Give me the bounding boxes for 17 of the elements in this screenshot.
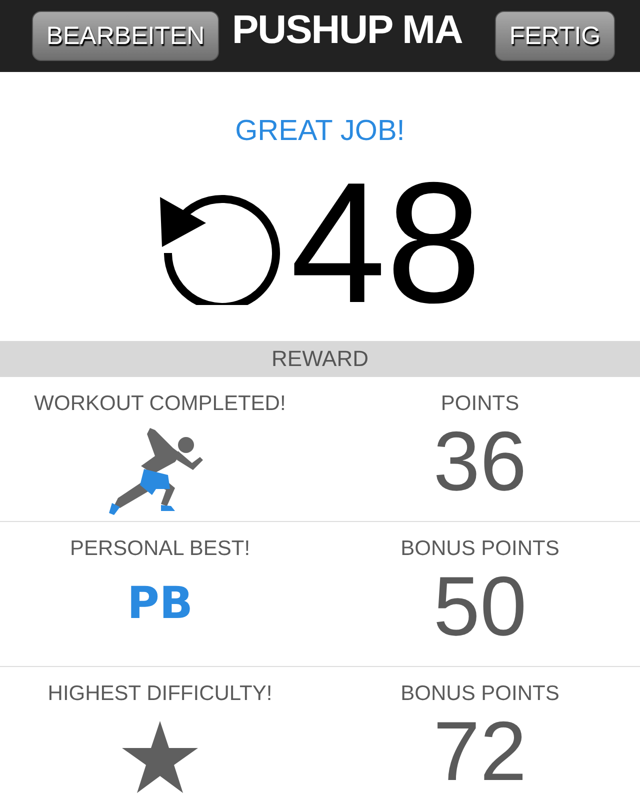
reward-label: HIGHEST DIFFICULTY! bbox=[46, 680, 274, 706]
personal-best-label: PB bbox=[127, 576, 193, 630]
app-title: PUSHUP MA bbox=[232, 7, 462, 54]
points-value: 72 bbox=[432, 710, 528, 790]
points-label: BONUS POINTS bbox=[400, 680, 560, 706]
points-value: 50 bbox=[432, 566, 528, 646]
done-button[interactable]: FERTIG bbox=[495, 11, 615, 61]
edit-button[interactable]: BEARBEITEN bbox=[32, 11, 219, 61]
reward-label: WORKOUT COMPLETED! bbox=[33, 390, 287, 416]
points-label: BONUS POINTS bbox=[400, 536, 560, 562]
result-message: GREAT JOB! bbox=[234, 114, 406, 149]
reward-heading: REWARD bbox=[0, 340, 640, 376]
star-icon bbox=[122, 720, 198, 792]
points-label: POINTS bbox=[440, 390, 520, 416]
rep-count: 48 bbox=[290, 168, 482, 318]
reward-label: PERSONAL BEST! bbox=[68, 536, 252, 562]
points-value: 36 bbox=[432, 420, 528, 500]
